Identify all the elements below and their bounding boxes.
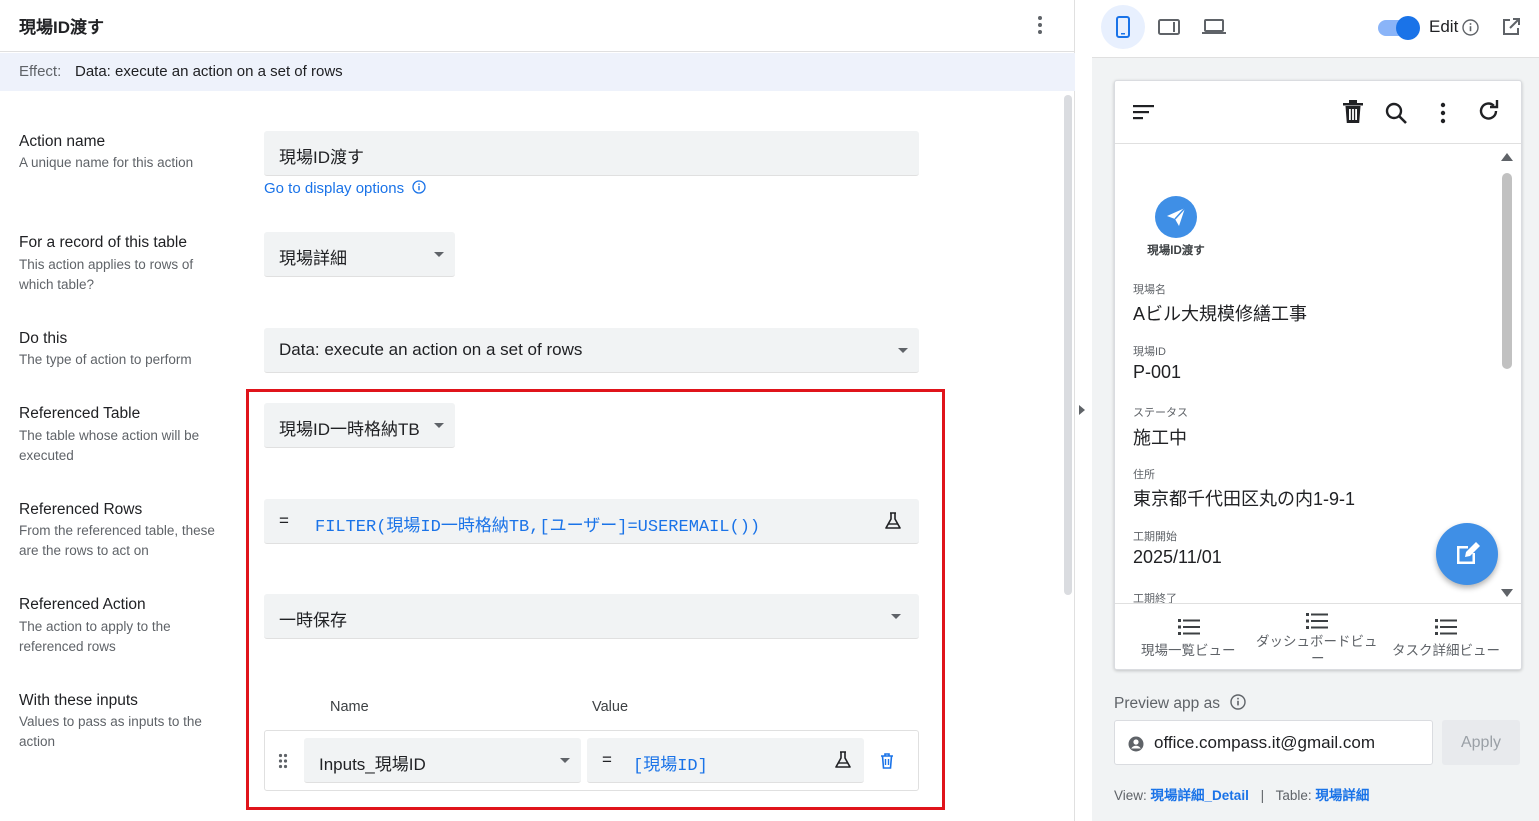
effect-bar: Effect: Data: execute an action on a set… — [0, 53, 1075, 91]
action-name-title: Action name — [19, 133, 106, 150]
nav-item-dashboard[interactable]: ダッシュボードビュ ー — [1251, 604, 1383, 669]
field-label: 現場名 — [1133, 284, 1166, 296]
record-table-select[interactable]: 現場詳細 — [264, 232, 455, 277]
account-icon — [1128, 736, 1144, 752]
action-name-value: 現場ID渡す — [279, 148, 364, 167]
search-icon[interactable] — [1385, 102, 1407, 124]
action-editor-panel: 現場ID渡す Effect: Data: execute an action o… — [0, 0, 1075, 821]
ref-action-title: Referenced Action — [19, 596, 146, 613]
field-value: 2025/11/01 — [1133, 547, 1222, 567]
preview-panel: Edit 現場ID渡す 現場名 Aビル大規模修繕工事 現場ID P-001 ステ… — [1092, 0, 1539, 821]
preview-toolbar: Edit — [1092, 0, 1539, 58]
separator: | — [1260, 788, 1265, 803]
nav-label: ー — [1311, 651, 1325, 666]
view-label: View: — [1114, 788, 1147, 803]
nav-label: タスク詳細ビュー — [1392, 643, 1500, 658]
collapse-panel-icon[interactable] — [1079, 405, 1085, 415]
tablet-icon — [1158, 19, 1180, 35]
preview-email-input[interactable]: office.compass.it@gmail.com — [1114, 720, 1433, 765]
field-value: P-001 — [1133, 362, 1182, 382]
action-name-input[interactable]: 現場ID渡す — [264, 131, 919, 176]
mobile-view-button[interactable] — [1101, 5, 1145, 49]
view-table-info: View: 現場詳細_Detail | Table: 現場詳細 — [1114, 784, 1369, 804]
page-title: 現場ID渡す — [19, 18, 104, 37]
edit-toggle-knob[interactable] — [1396, 16, 1420, 40]
do-this-title: Do this — [19, 330, 68, 347]
ref-table-title: Referenced Table — [19, 405, 141, 422]
field-value: 東京都千代田区丸の内1-9-1 — [1133, 489, 1356, 509]
open-in-new-icon[interactable] — [1501, 17, 1521, 37]
ref-table-desc: The table whose action will be executed — [19, 428, 200, 463]
inputs-desc: Values to pass as inputs to the action — [19, 714, 202, 749]
field-label: 住所 — [1133, 469, 1155, 481]
record-table-title: For a record of this table — [19, 234, 187, 251]
info-icon[interactable] — [1462, 19, 1479, 36]
field-label: 工期開始 — [1133, 531, 1177, 543]
nav-label: ダッシュボードビュ — [1256, 634, 1378, 649]
effect-value: Data: execute an action on a set of rows — [75, 63, 343, 80]
highlight-annotation-box — [246, 389, 945, 810]
apply-button[interactable]: Apply — [1442, 720, 1520, 765]
action-name-desc: A unique name for this action — [19, 155, 194, 170]
nav-item-task-detail[interactable]: タスク詳細ビュー — [1383, 604, 1521, 669]
scroll-up-icon[interactable] — [1501, 153, 1513, 161]
info-icon — [412, 180, 426, 194]
list-icon — [1435, 619, 1457, 635]
table-label: Table: — [1275, 788, 1312, 803]
inputs-title: With these inputs — [19, 692, 138, 709]
view-link[interactable]: 現場詳細_Detail — [1151, 788, 1249, 803]
display-options-link[interactable]: Go to display options — [264, 180, 426, 197]
refresh-icon[interactable] — [1477, 99, 1501, 123]
edit-label: Edit — [1429, 17, 1459, 36]
ref-rows-desc: From the referenced table, these are the… — [19, 523, 215, 558]
chevron-down-icon — [898, 348, 908, 353]
scrollbar-thumb[interactable] — [1502, 173, 1512, 369]
field-value: Aビル大規模修繕工事 — [1133, 304, 1308, 324]
preview-as-label: Preview app as — [1114, 694, 1246, 713]
field-value: 施工中 — [1133, 428, 1187, 448]
delete-icon[interactable] — [1342, 100, 1364, 124]
ref-action-desc: The action to apply to the referenced ro… — [19, 619, 171, 654]
edit-fab[interactable] — [1436, 523, 1498, 585]
menu-icon[interactable] — [1133, 104, 1155, 120]
field-label: ステータス — [1133, 407, 1188, 419]
do-this-select[interactable]: Data: execute an action on a set of rows — [264, 328, 919, 373]
more-vert-icon[interactable] — [1438, 102, 1448, 124]
preview-email-value: office.compass.it@gmail.com — [1154, 733, 1376, 752]
list-icon — [1306, 613, 1328, 629]
action-button[interactable] — [1155, 196, 1197, 238]
phone-icon — [1116, 16, 1130, 38]
ref-rows-title: Referenced Rows — [19, 501, 143, 518]
scroll-down-icon[interactable] — [1501, 589, 1513, 597]
scrollbar-thumb[interactable] — [1064, 95, 1072, 595]
record-table-desc: This action applies to rows of which tab… — [19, 257, 194, 292]
app-bar — [1115, 81, 1521, 144]
list-icon — [1178, 619, 1200, 635]
field-label: 工期終了 — [1133, 593, 1177, 603]
laptop-icon — [1202, 19, 1226, 34]
nav-label: 現場一覧ビュー — [1141, 643, 1236, 658]
preview-as-text: Preview app as — [1114, 695, 1220, 712]
chevron-down-icon — [434, 252, 444, 257]
desktop-view-button[interactable] — [1192, 5, 1236, 49]
record-table-value: 現場詳細 — [279, 249, 347, 268]
bottom-nav: 現場一覧ビュー ダッシュボードビュ ー タスク詳細ビュー — [1115, 603, 1521, 669]
field-label: 現場ID — [1133, 346, 1166, 358]
info-icon[interactable] — [1230, 694, 1246, 710]
action-button-label: 現場ID渡す — [1147, 245, 1205, 257]
editor-header: 現場ID渡す — [0, 0, 1075, 52]
do-this-value: Data: execute an action on a set of rows — [279, 340, 583, 359]
edit-icon — [1457, 542, 1480, 564]
tablet-view-button[interactable] — [1147, 5, 1191, 49]
display-options-link-label: Go to display options — [264, 180, 405, 197]
nav-item-site-list[interactable]: 現場一覧ビュー — [1115, 604, 1259, 669]
table-link[interactable]: 現場詳細 — [1315, 788, 1369, 803]
do-this-desc: The type of action to perform — [19, 352, 192, 367]
send-icon — [1167, 207, 1186, 226]
effect-label: Effect: — [19, 63, 62, 80]
more-vert-icon[interactable] — [1030, 13, 1050, 37]
